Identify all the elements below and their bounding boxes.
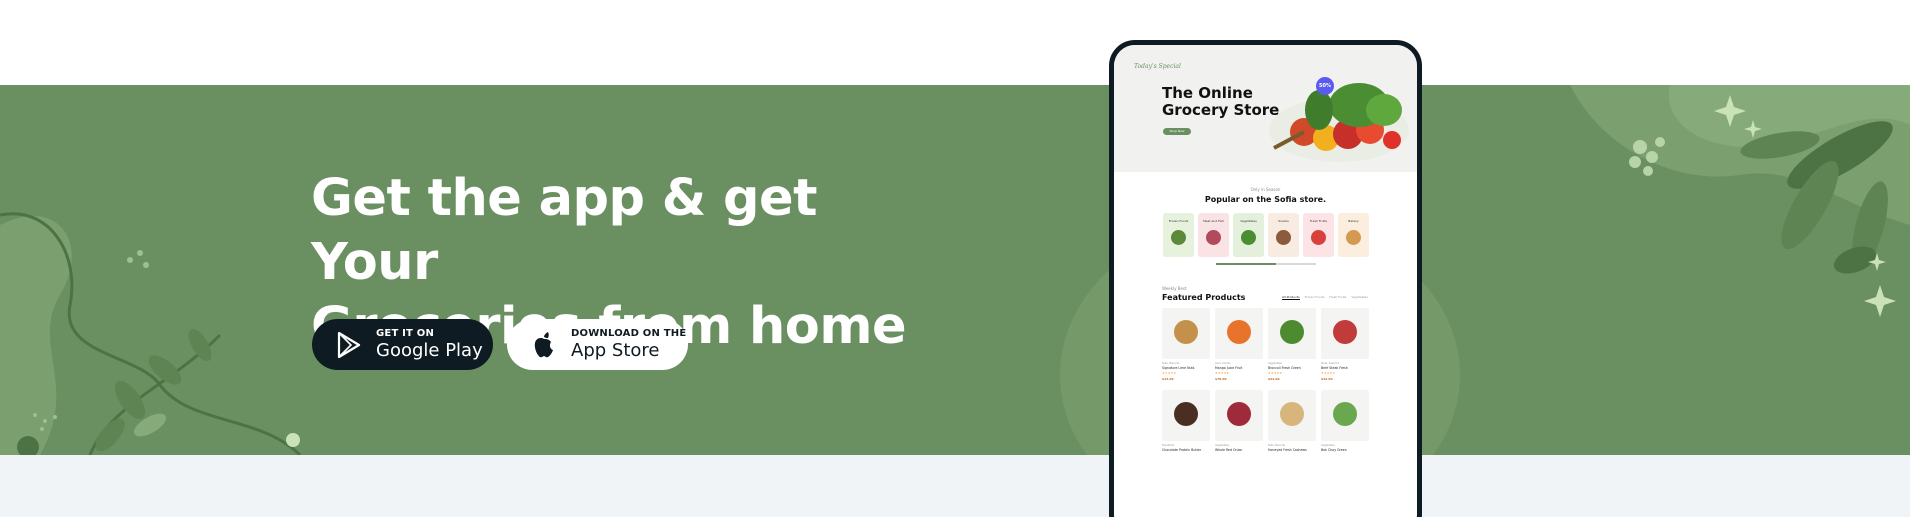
- phone-category-card[interactable]: Frozen Foods: [1163, 213, 1194, 257]
- phone-product-tab[interactable]: All Products: [1282, 295, 1300, 300]
- phone-section2-title: Featured Products: [1162, 293, 1246, 302]
- phone-product-tab[interactable]: Vegetables: [1351, 295, 1368, 300]
- phone-product-card[interactable]: Juice, Drinks Mango Juice Fruit ★★★★★ $78.0…: [1215, 308, 1263, 384]
- phone-product-tabs: All Products Frozen Foods Fresh Fruits Vege…: [1282, 295, 1368, 300]
- phone-product-category: Nuts, Biscuits: [1268, 444, 1285, 447]
- phone-product-card[interactable]: Vegetables Broccoli Fresh Green ★★★★★ $24.0…: [1268, 308, 1316, 384]
- phone-product-name: Beef Steak Fresh: [1321, 366, 1348, 370]
- phone-product-name: Bok Choy Green: [1321, 448, 1347, 452]
- phone-product-image: [1321, 308, 1369, 359]
- phone-category-image: [1346, 230, 1361, 245]
- phone-category-label: Bakery: [1348, 219, 1359, 223]
- phone-category-label: Meat and Fish: [1203, 219, 1224, 223]
- phone-product-image: [1268, 390, 1316, 441]
- phone-product-name: Mango Juice Fruit: [1215, 366, 1243, 370]
- phone-product-image: [1215, 308, 1263, 359]
- phone-category-list: Frozen Foods Meat and Fish Vegetables Snack…: [1163, 213, 1369, 257]
- phone-product-category: Vegetables: [1321, 444, 1335, 447]
- phone-product-price: $14.00: [1162, 377, 1174, 381]
- star-rating-icon: ★★★★★: [1215, 371, 1230, 375]
- phone-category-label: Frozen Foods: [1168, 219, 1189, 223]
- phone-product-name: Whole Red Onion: [1215, 448, 1243, 452]
- app-store-big-label: App Store: [571, 340, 660, 361]
- phone-product-category: Breakfast: [1162, 444, 1174, 447]
- google-play-small-label: GET IT ON: [376, 328, 435, 339]
- phone-product-category: Juice, Drinks: [1215, 362, 1231, 365]
- phone-category-label: Fresh Fruits: [1309, 219, 1328, 223]
- phone-product-name: Signature Lime Nuts: [1162, 366, 1195, 370]
- phone-product-price: $42.00: [1321, 377, 1333, 381]
- footer-strip: [0, 455, 1910, 517]
- phone-product-image: [1162, 308, 1210, 359]
- phone-product-category: Meat, Seafood: [1321, 362, 1339, 365]
- phone-product-card[interactable]: Breakfast Chocolate Protein Butter: [1162, 390, 1210, 466]
- phone-discount-badge: 50%: [1316, 77, 1334, 95]
- phone-product-card[interactable]: Vegetables Whole Red Onion: [1215, 390, 1263, 466]
- phone-product-name: Chocolate Protein Butter: [1162, 448, 1202, 452]
- phone-product-price: $24.00: [1268, 377, 1280, 381]
- phone-product-image: [1215, 390, 1263, 441]
- phone-product-card[interactable]: Nuts, Biscuits Honeyed Fresh Cashews: [1268, 390, 1316, 466]
- phone-product-category: Vegetables: [1268, 362, 1282, 365]
- phone-hero-script: Today's Special: [1134, 63, 1181, 70]
- star-rating-icon: ★★★★★: [1162, 371, 1177, 375]
- google-play-button[interactable]: GET IT ON Google Play: [312, 319, 493, 370]
- apple-icon: [529, 330, 559, 360]
- phone-product-category: Vegetables: [1215, 444, 1229, 447]
- phone-category-image: [1276, 230, 1291, 245]
- phone-category-label: Snacks: [1278, 219, 1289, 223]
- phone-product-name: Broccoli Fresh Green: [1268, 366, 1301, 370]
- phone-product-card[interactable]: Vegetables Bok Choy Green: [1321, 390, 1369, 466]
- phone-product-price: $78.00: [1215, 377, 1227, 381]
- phone-mockup: Today's Special The Online Grocery Store…: [1109, 40, 1422, 517]
- phone-product-grid: Nuts, Biscuits Signature Lime Nuts ★★★★★ $1…: [1162, 308, 1369, 466]
- phone-category-card[interactable]: Fresh Fruits: [1303, 213, 1334, 257]
- phone-product-card[interactable]: Nuts, Biscuits Signature Lime Nuts ★★★★★ $1…: [1162, 308, 1210, 384]
- vegetables-basket-image: [1269, 83, 1409, 162]
- phone-product-image: [1162, 390, 1210, 441]
- app-store-small-label: DOWNLOAD ON THE: [571, 328, 687, 339]
- google-play-icon: [334, 330, 364, 360]
- phone-product-name: Honeyed Fresh Cashews: [1268, 448, 1307, 452]
- phone-category-card[interactable]: Snacks: [1268, 213, 1299, 257]
- phone-section2-sub: Weekly Best: [1162, 286, 1187, 291]
- green-band: Get the app & get Your Groceries from ho…: [0, 85, 1910, 455]
- phone-category-image: [1171, 230, 1186, 245]
- app-banner-section: Get the app & get Your Groceries from ho…: [0, 0, 1910, 517]
- phone-category-card[interactable]: Bakery: [1338, 213, 1369, 257]
- phone-category-label: Vegetables: [1240, 219, 1257, 223]
- phone-category-image: [1241, 230, 1256, 245]
- star-rating-icon: ★★★★★: [1268, 371, 1283, 375]
- headline-line-1: Get the app & get Your: [311, 169, 818, 292]
- right-leaf-decoration: [1570, 85, 1910, 317]
- phone-product-tab[interactable]: Fresh Fruits: [1329, 295, 1346, 300]
- app-store-button[interactable]: DOWNLOAD ON THE App Store: [507, 319, 688, 370]
- phone-product-card[interactable]: Meat, Seafood Beef Steak Fresh ★★★★★ $42.00: [1321, 308, 1369, 384]
- phone-hero-button[interactable]: Shop Now: [1163, 128, 1191, 135]
- phone-section1-sub: Only in Season: [1250, 187, 1281, 192]
- phone-category-card[interactable]: Vegetables: [1233, 213, 1264, 257]
- phone-category-card[interactable]: Meat and Fish: [1198, 213, 1229, 257]
- phone-hero: Today's Special The Online Grocery Store…: [1114, 45, 1417, 172]
- phone-product-image: [1321, 390, 1369, 441]
- phone-product-image: [1268, 308, 1316, 359]
- star-rating-icon: ★★★★★: [1321, 371, 1336, 375]
- phone-category-image: [1206, 230, 1221, 245]
- phone-product-category: Nuts, Biscuits: [1162, 362, 1179, 365]
- phone-category-scrollbar[interactable]: [1216, 263, 1316, 265]
- google-play-big-label: Google Play: [376, 340, 483, 361]
- phone-category-image: [1311, 230, 1326, 245]
- phone-product-tab[interactable]: Frozen Foods: [1305, 295, 1325, 300]
- phone-section1-title: Popular on the Sofia store.: [1204, 195, 1327, 204]
